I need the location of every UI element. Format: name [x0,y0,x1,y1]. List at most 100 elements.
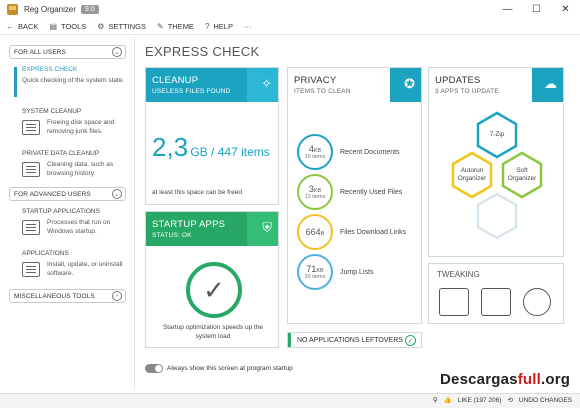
sidebar-item-title: APPLICATIONS [22,250,69,257]
sidebar-item-title: SYSTEM CLEANUP [22,108,82,115]
undo-icon: ⟲ [507,397,513,404]
sidebar-item-desc: Quick checking of the system state. [22,77,125,84]
sidebar-item-express-check[interactable]: EXPRESS CHECK Quick checking of the syst… [22,66,132,85]
size-ring: 71KB 20 items [297,254,333,290]
settings-label: SETTINGS [108,21,146,31]
cleanup-value: 2,3 GB / 447 items [152,132,270,163]
ring-value: 71 [306,264,317,274]
cleanup-footer: at least this space can be freed [152,189,242,196]
applications-icon [22,262,40,277]
ring-unit: B [320,231,325,237]
privacy-row-jump-lists[interactable]: 71KB 20 items Jump Lists [297,254,427,290]
ring-count: 20 items [304,274,326,280]
card-title: TWEAKING [437,270,480,279]
sidebar-item-system-cleanup[interactable]: SYSTEM CLEANUP Freeing disk space and re… [22,108,132,136]
privacy-row-recently-used-files[interactable]: 3KB 13 items Recently Used Files [297,174,427,210]
active-indicator [14,67,17,97]
section-label: MISCELLANEOUS TOOLS [14,292,95,300]
section-miscellaneous-tools[interactable]: MISCELLANEOUS TOOLS › [9,289,126,303]
ring-count: 15 items [304,154,326,160]
theme-label: THEME [167,21,194,31]
sidebar-item-title: PRIVATE DATA CLEANUP [22,150,100,157]
sidebar-item-title: EXPRESS CHECK [22,66,78,73]
sidebar-item-desc: Cleaning data, such as browsing history. [47,161,114,177]
sidebar: FOR ALL USERS ⌄ EXPRESS CHECK Quick chec… [0,36,135,390]
like-icon: 👍 [443,397,452,404]
tools-button[interactable]: ▤ TOOLS [49,22,86,31]
undo-changes-button[interactable]: UNDO CHANGES [519,397,572,404]
leftovers-status[interactable]: NO APPLICATIONS LEFTOVERS ✓ [287,332,422,348]
toolbar: ← BACK ▤ TOOLS ⚙ SETTINGS ✎ THEME ? HELP… [0,18,580,35]
section-label: FOR ADVANCED USERS [14,190,91,198]
toggle-switch[interactable] [145,364,163,373]
maximize-button[interactable]: ☐ [522,0,551,18]
back-label: BACK [18,21,39,31]
title-bar: Reg Organizer 9.0 — ☐ ✕ [0,0,580,18]
status-ok-check-icon: ✓ [186,262,242,318]
section-label: FOR ALL USERS [14,48,66,56]
privacy-row-files-download-links[interactable]: 664B Files Download Links [297,214,427,250]
theme-button[interactable]: ✎ THEME [157,22,194,31]
more-button[interactable]: ··· [244,22,252,31]
size-ring: 4KB 15 items [297,134,333,170]
tools-icon: ▤ [49,21,57,31]
page-title: EXPRESS CHECK [145,44,260,59]
privacy-card[interactable]: PRIVACY ITEMS TO CLEAN ✪ 4KB 15 items Re… [287,67,422,324]
privacy-row-recent-documents[interactable]: 4KB 15 items Recent Documents [297,134,427,170]
privacy-row-label: Files Download Links [340,228,407,236]
sidebar-item-desc: Processes that run on Windows startup. [47,219,111,235]
status-bar: ⚲ 👍 LIKE (197 206) ⟲ UNDO CHANGES [0,393,580,408]
minimize-button[interactable]: — [493,0,522,18]
section-for-advanced-users[interactable]: FOR ADVANCED USERS ⌄ [9,187,126,201]
tools-label: TOOLS [61,21,87,31]
size-ring: 664B [297,214,333,250]
private-data-icon [22,162,40,177]
back-button[interactable]: ← BACK [6,22,38,31]
back-arrow-icon: ← [6,21,14,31]
startup-icon [22,220,40,235]
privacy-row-label: Recently Used Files [340,188,403,196]
help-label: HELP [213,21,233,31]
cleanup-amount: 2,3 [152,132,189,162]
privacy-row-label: Recent Documents [340,148,400,156]
sidebar-item-desc: Freeing disk space and removing junk fil… [47,119,115,135]
sidebar-item-desc: Install, update, or uninstall software. [47,261,123,277]
size-ring: 3KB 13 items [297,174,333,210]
cleanup-card[interactable]: CLEANUP USELESS FILES FOUND ✧ 2,3 GB / 4… [145,67,279,205]
startup-card-header: STARTUP APPS STATUS: OK ⛨ [146,212,278,246]
share-icon[interactable]: ⚲ [433,396,438,404]
startup-shield-icon: ⛨ [262,220,272,235]
version-badge: 9.0 [81,4,99,14]
updates-card-header: UPDATES 3 APPS TO UPDATE ☁ [429,68,563,102]
close-button[interactable]: ✕ [551,0,580,18]
cleanup-icon [22,120,40,135]
like-button[interactable]: LIKE (197 206) [458,397,502,404]
tweak-monitor-gear-icon [481,288,511,316]
startup-card[interactable]: STARTUP APPS STATUS: OK ⛨ ✓ Startup opti… [145,211,279,348]
theme-icon: ✎ [156,21,164,31]
sidebar-item-startup-applications[interactable]: STARTUP APPLICATIONS Processes that run … [22,208,132,236]
cleanup-card-header: CLEANUP USELESS FILES FOUND ✧ [146,68,278,102]
startup-message: Startup optimization speeds up the syste… [162,324,264,340]
gear-icon: ⚙ [97,21,105,31]
tweaking-card[interactable]: TWEAKING [428,263,564,324]
app-logo-icon [7,3,18,15]
section-for-all-users[interactable]: FOR ALL USERS ⌄ [9,45,126,59]
show-at-startup-toggle[interactable]: Always show this screen at program start… [145,364,293,373]
cleanup-unit: GB / 447 items [190,145,270,159]
window-title: Reg Organizer [24,4,77,14]
settings-button[interactable]: ⚙ SETTINGS [97,22,146,31]
leftovers-label: NO APPLICATIONS LEFTOVERS [297,336,403,344]
help-button[interactable]: ? HELP [205,22,233,31]
tweak-apps-grid-icon [523,288,551,316]
privacy-row-label: Jump Lists [340,268,374,276]
sidebar-item-applications[interactable]: APPLICATIONS Install, update, or uninsta… [22,250,132,278]
privacy-icon: ✪ [404,76,415,91]
chevron-down-icon: ⌄ [112,189,122,199]
updates-card[interactable]: UPDATES 3 APPS TO UPDATE ☁ 7-Zip Autorun… [428,67,564,257]
sidebar-item-private-data-cleanup[interactable]: PRIVATE DATA CLEANUP Cleaning data, such… [22,150,132,178]
ring-value: 664 [305,227,321,237]
ring-count: 13 items [304,194,326,200]
check-circle-icon: ✓ [405,335,416,346]
update-placeholder-hex [476,192,518,240]
